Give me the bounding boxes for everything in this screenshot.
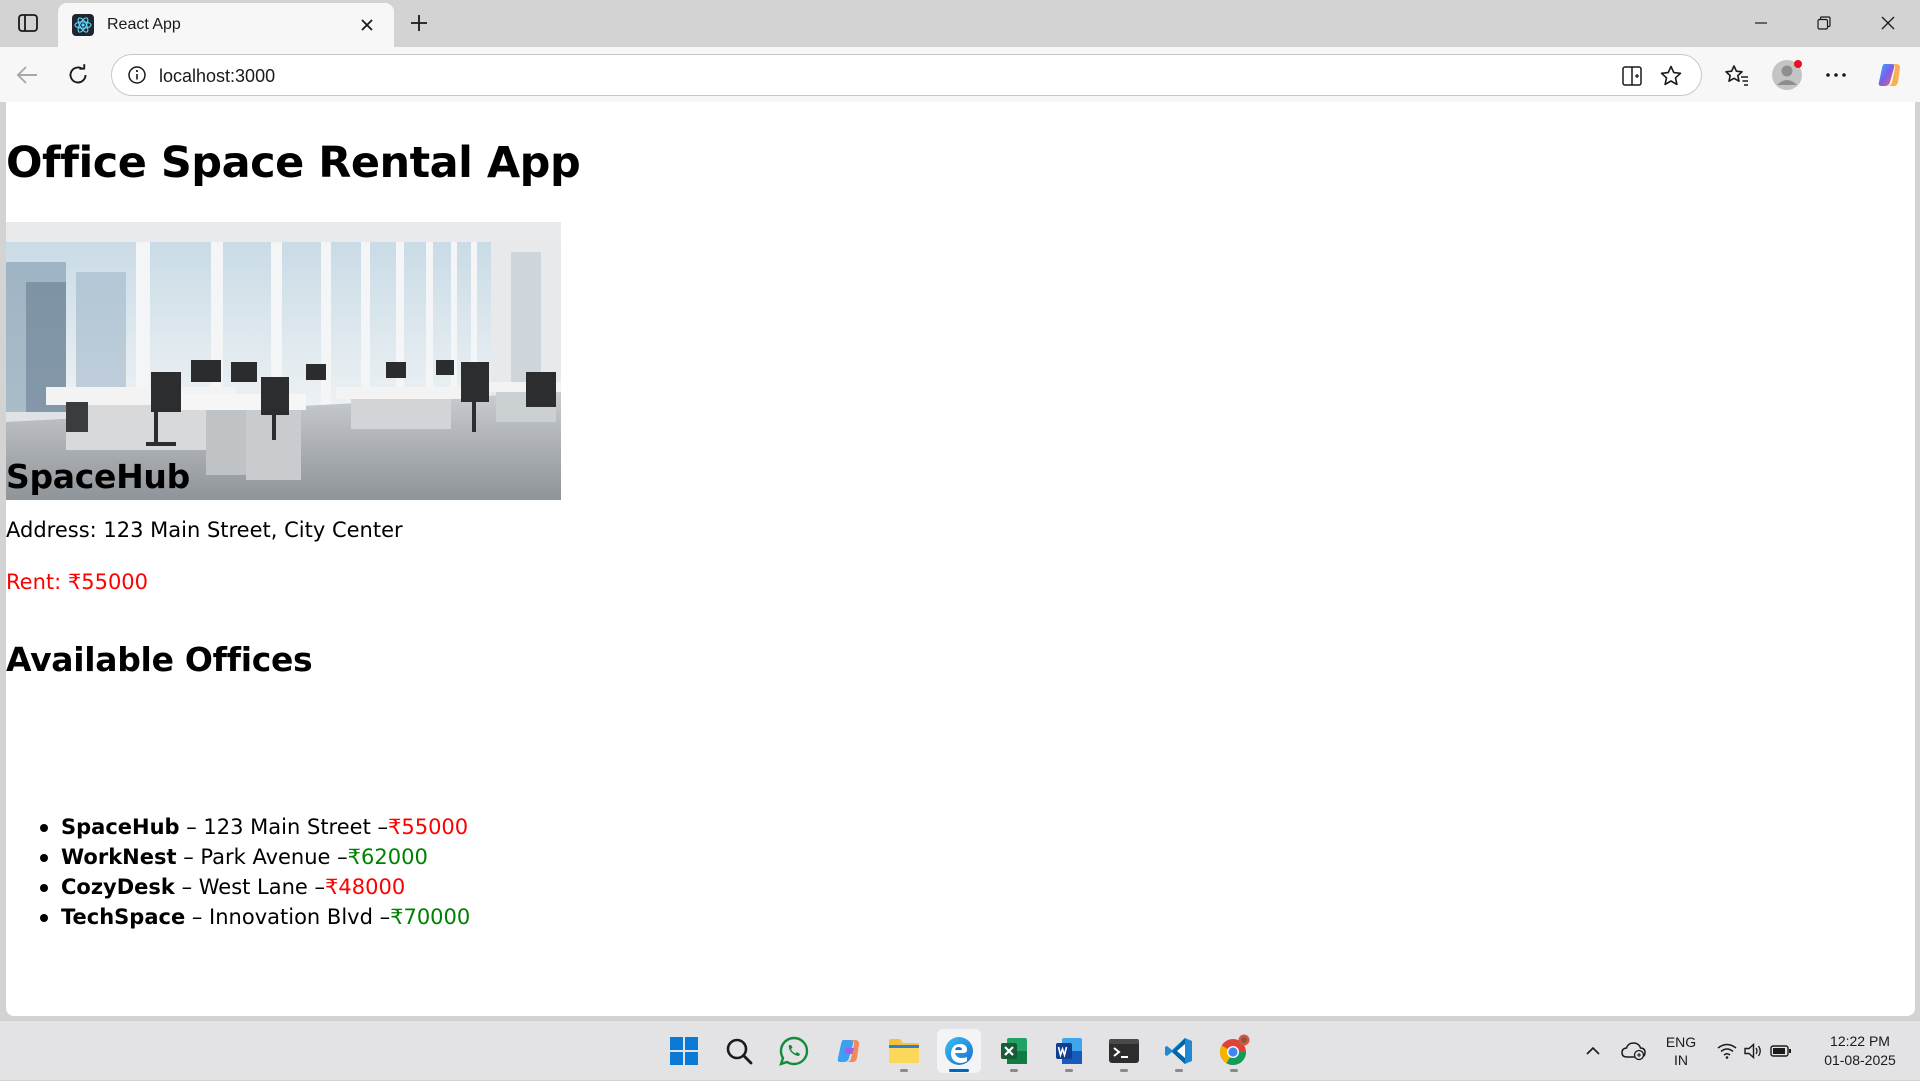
list-item: CozyDesk – West Lane –₹48000 — [39, 872, 470, 902]
office-list: SpaceHub – 123 Main Street –₹55000 WorkN… — [39, 812, 471, 932]
office-price: ₹70000 — [390, 905, 471, 929]
list-item: TechSpace – Innovation Blvd –₹70000 — [39, 902, 471, 932]
minimize-icon[interactable] — [1738, 6, 1784, 40]
office-name: TechSpace — [61, 905, 186, 929]
terminal-icon[interactable] — [1102, 1029, 1146, 1073]
office-name: CozyDesk — [61, 875, 175, 899]
office-name: WorkNest — [61, 845, 177, 869]
word-icon[interactable] — [1047, 1029, 1091, 1073]
onedrive-sync-icon[interactable] — [1618, 1021, 1650, 1081]
star-icon[interactable] — [1655, 60, 1687, 92]
clock-date: 01-08-2025 — [1824, 1052, 1896, 1068]
browser-tab[interactable]: React App — [58, 3, 394, 47]
plus-icon[interactable] — [404, 8, 434, 38]
react-logo-icon — [71, 13, 95, 37]
profile-avatar-icon[interactable] — [1769, 57, 1805, 93]
battery-icon[interactable] — [1768, 1021, 1794, 1081]
featured-office-name: SpaceHub — [6, 457, 190, 496]
featured-office-rent: Rent: ₹55000 — [6, 570, 149, 594]
address-url: localhost:3000 — [159, 66, 276, 86]
whatsapp-icon[interactable] — [772, 1029, 816, 1073]
running-indicator — [949, 1069, 969, 1072]
running-indicator — [900, 1069, 908, 1072]
split-screen-icon[interactable] — [1616, 60, 1648, 92]
excel-icon[interactable] — [992, 1029, 1036, 1073]
running-indicator — [1175, 1069, 1183, 1072]
tab-title: React App — [107, 16, 181, 33]
vscode-icon[interactable] — [1157, 1029, 1201, 1073]
featured-office-address: Address: 123 Main Street, City Center — [6, 518, 403, 542]
available-offices-heading: Available Offices — [6, 640, 313, 679]
chrome-icon[interactable] — [1212, 1029, 1256, 1073]
copilot-icon[interactable] — [1872, 57, 1908, 93]
running-indicator — [1010, 1069, 1018, 1072]
chevron-up-icon[interactable] — [1580, 1021, 1606, 1081]
language-code: ENG — [1665, 1034, 1697, 1050]
office-details: – 123 Main Street – — [179, 815, 388, 839]
windows-taskbar: ENG IN 12:22 PM 01-08-2025 — [0, 1020, 1920, 1080]
address-bar[interactable]: localhost:3000 — [111, 54, 1702, 96]
office-name: SpaceHub — [61, 815, 180, 839]
office-details: – West Lane – — [174, 875, 326, 899]
arrow-left-icon[interactable] — [9, 57, 45, 93]
language-indicator[interactable]: ENG IN — [1660, 1021, 1702, 1081]
system-clock[interactable]: 12:22 PM 01-08-2025 — [1804, 1032, 1916, 1070]
windows-start-icon[interactable] — [662, 1029, 706, 1073]
refresh-icon[interactable] — [60, 57, 96, 93]
info-icon[interactable] — [126, 64, 148, 86]
clock-time: 12:22 PM — [1830, 1033, 1890, 1049]
favorites-icon[interactable] — [1719, 57, 1755, 93]
copilot-icon[interactable] — [827, 1029, 871, 1073]
office-details: – Innovation Blvd – — [185, 905, 391, 929]
running-indicator — [1230, 1069, 1238, 1072]
tab-actions-icon[interactable] — [12, 8, 44, 38]
office-price: ₹62000 — [347, 845, 428, 869]
region-code: IN — [1674, 1052, 1688, 1068]
list-item: SpaceHub – 123 Main Street –₹55000 — [39, 812, 470, 842]
edge-icon[interactable] — [937, 1029, 981, 1073]
browser-toolbar: localhost:3000 — [0, 47, 1920, 102]
running-indicator — [1120, 1069, 1128, 1072]
volume-icon[interactable] — [1742, 1021, 1764, 1081]
close-window-icon[interactable] — [1865, 6, 1911, 40]
browser-tab-bar: React App — [0, 0, 1920, 47]
running-indicator — [1065, 1069, 1073, 1072]
office-price: ₹48000 — [325, 875, 406, 899]
office-details: – Park Avenue – — [176, 845, 348, 869]
page-title: Office Space Rental App — [6, 138, 581, 188]
close-icon[interactable] — [354, 12, 380, 38]
office-price: ₹55000 — [387, 815, 469, 839]
restore-icon[interactable] — [1801, 6, 1847, 40]
more-icon[interactable] — [1818, 57, 1854, 93]
page-viewport: Office Space Rental App SpaceHub Address… — [6, 102, 1915, 1016]
search-icon[interactable] — [717, 1029, 761, 1073]
file-explorer-icon[interactable] — [882, 1029, 926, 1073]
list-item: WorkNest – Park Avenue –₹62000 — [39, 842, 470, 872]
wifi-icon[interactable] — [1716, 1021, 1738, 1081]
